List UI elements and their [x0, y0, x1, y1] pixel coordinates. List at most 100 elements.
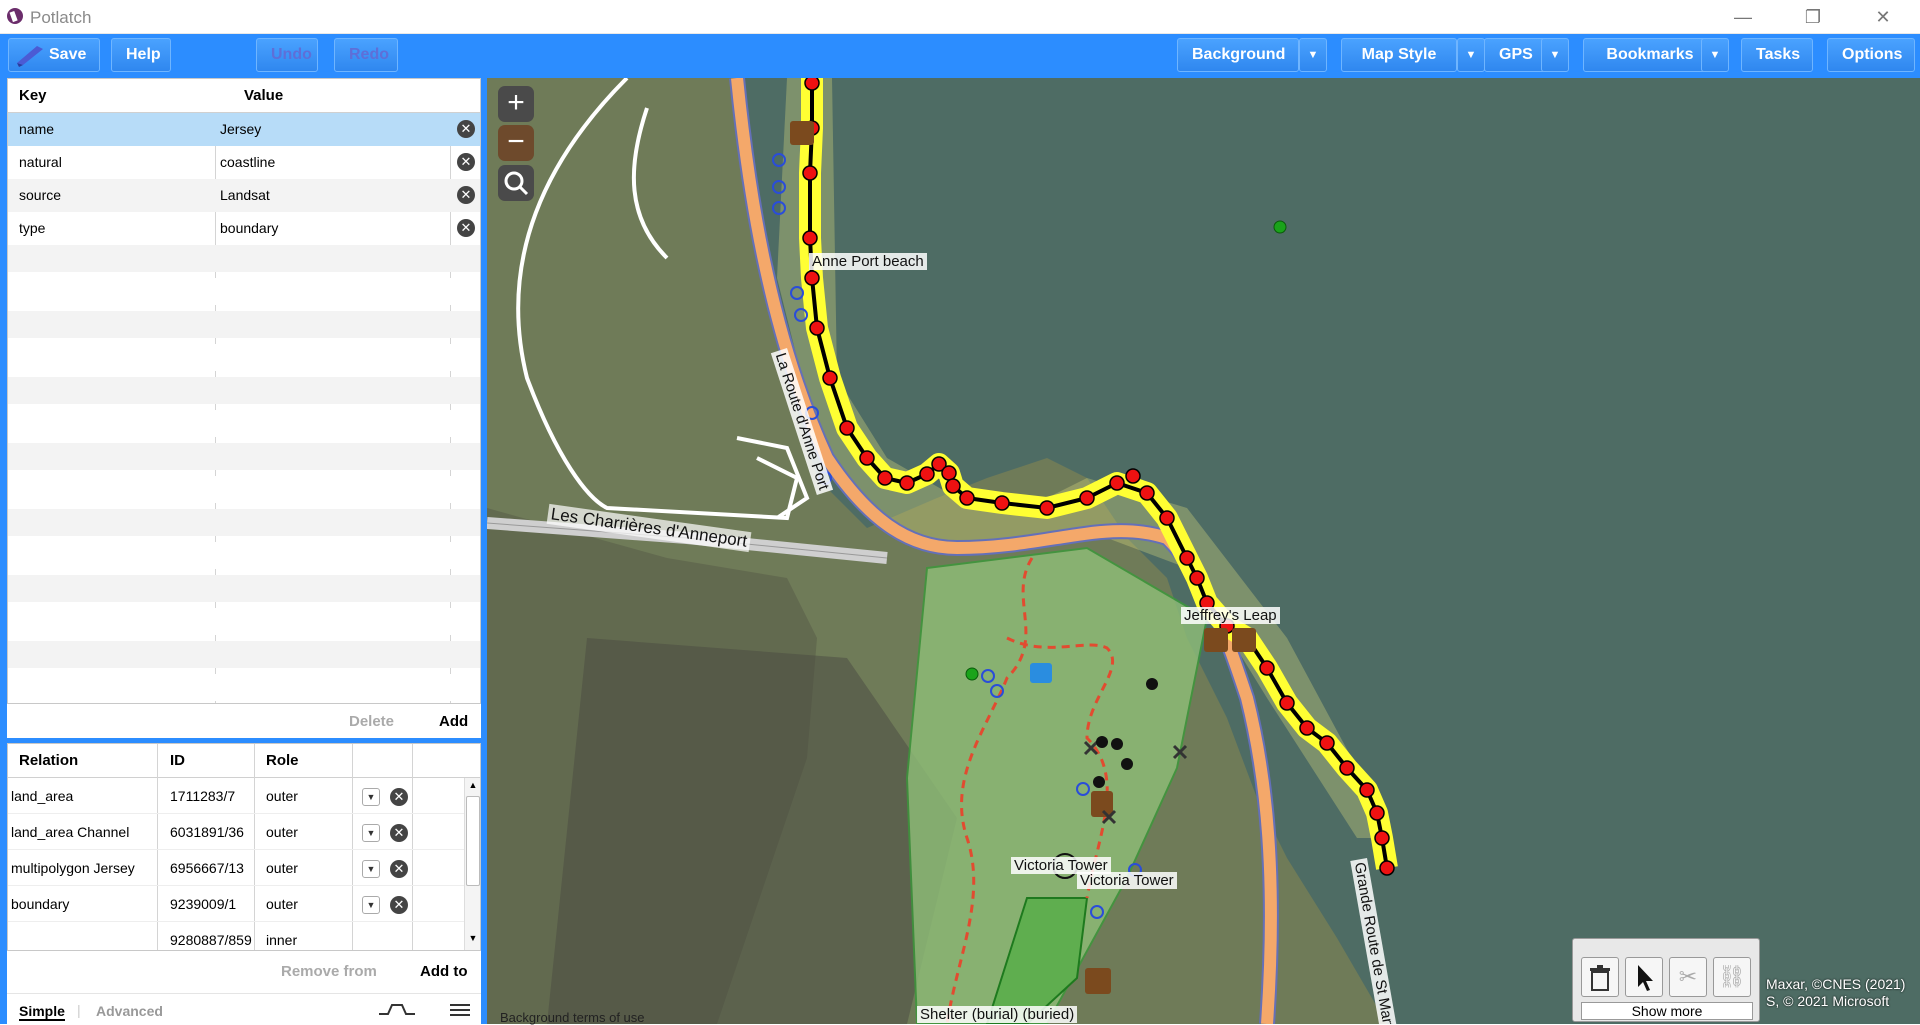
way-node[interactable]	[804, 78, 820, 91]
relations-scrollbar[interactable]: ▲ ▼	[464, 778, 480, 950]
way-node[interactable]	[1189, 570, 1205, 586]
role-dropdown-icon[interactable]: ▼	[362, 788, 380, 806]
zoom-out-button[interactable]: −	[498, 125, 534, 161]
add-tag-button[interactable]: Add	[439, 713, 468, 730]
way-node[interactable]	[802, 165, 818, 181]
show-more-button[interactable]: Show more	[1581, 1002, 1753, 1020]
menu-icon[interactable]	[449, 1002, 471, 1018]
search-icon[interactable]	[498, 165, 534, 201]
tag-value[interactable]: boundary	[220, 220, 278, 236]
way-node[interactable]	[959, 490, 975, 506]
relation-role[interactable]: inner	[266, 932, 297, 948]
way-node[interactable]	[1279, 695, 1295, 711]
relation-row[interactable]: land_area Channel 6031891/36 outer ▼ ✕	[8, 814, 468, 850]
way-node[interactable]	[1374, 830, 1390, 846]
way-node[interactable]	[1039, 500, 1055, 516]
scissors-icon[interactable]: ✂	[1669, 957, 1707, 997]
way-node[interactable]	[877, 470, 893, 486]
way-node[interactable]	[822, 370, 838, 386]
background-terms-link[interactable]: Background terms of use	[500, 1010, 645, 1025]
remove-tag-icon[interactable]: ✕	[457, 186, 475, 204]
tag-value[interactable]: coastline	[220, 154, 275, 170]
bookmarks-button[interactable]: Bookmarks	[1583, 38, 1717, 72]
map-canvas[interactable]: Anne Port beach La Route d'Anne Port Les…	[487, 78, 1920, 1024]
way-node[interactable]	[804, 270, 820, 286]
tag-key[interactable]: natural	[19, 154, 62, 170]
role-dropdown-icon[interactable]: ▼	[362, 824, 380, 842]
remove-tag-icon[interactable]: ✕	[457, 153, 475, 171]
way-node[interactable]	[1079, 490, 1095, 506]
way-node[interactable]	[809, 320, 825, 336]
relation-row[interactable]: 9280887/859 inner	[8, 922, 468, 950]
scroll-up-icon[interactable]: ▲	[467, 780, 479, 794]
restore-button[interactable]: ❐	[1790, 0, 1836, 34]
way-node[interactable]	[899, 475, 915, 491]
tag-row-natural[interactable]: natural coastline ✕	[8, 146, 480, 179]
undo-button[interactable]: Undo	[256, 38, 318, 72]
tab-simple[interactable]: Simple	[19, 1003, 65, 1021]
remove-relation-icon[interactable]: ✕	[390, 824, 408, 842]
map-style-dropdown-icon[interactable]: ▼	[1457, 38, 1485, 72]
remove-tag-icon[interactable]: ✕	[457, 219, 475, 237]
tag-key[interactable]: source	[19, 187, 61, 203]
tag-row-type[interactable]: type boundary ✕	[8, 212, 480, 245]
way-node[interactable]	[1369, 805, 1385, 821]
way-node[interactable]	[1139, 485, 1155, 501]
tag-row-source[interactable]: source Landsat ✕	[8, 179, 480, 212]
gps-dropdown-icon[interactable]: ▼	[1541, 38, 1569, 72]
scroll-thumb[interactable]	[466, 796, 480, 886]
way-node[interactable]	[1359, 782, 1375, 798]
relation-row[interactable]: boundary 9239009/1 outer ▼ ✕	[8, 886, 468, 922]
role-dropdown-icon[interactable]: ▼	[362, 860, 380, 878]
remove-from-relation-button[interactable]: Remove from	[281, 963, 377, 980]
background-button[interactable]: Background	[1177, 38, 1299, 72]
way-node[interactable]	[1179, 550, 1195, 566]
way-node[interactable]	[919, 466, 935, 482]
relation-role[interactable]: outer	[266, 824, 298, 840]
way-node[interactable]	[1125, 468, 1141, 484]
remove-relation-icon[interactable]: ✕	[390, 860, 408, 878]
relation-role[interactable]: outer	[266, 896, 298, 912]
role-dropdown-icon[interactable]: ▼	[362, 896, 380, 914]
remove-tag-icon[interactable]: ✕	[457, 120, 475, 138]
map-style-button[interactable]: Map Style	[1341, 38, 1457, 72]
relation-role[interactable]: outer	[266, 788, 298, 804]
bookmarks-dropdown-icon[interactable]: ▼	[1701, 38, 1729, 72]
map-graphics[interactable]	[487, 78, 1920, 1024]
way-node[interactable]	[1259, 660, 1275, 676]
tag-row-name[interactable]: name Jersey ✕	[8, 113, 480, 146]
tag-key[interactable]: type	[19, 220, 45, 236]
delete-tag-button[interactable]: Delete	[349, 713, 394, 730]
background-dropdown-icon[interactable]: ▼	[1299, 38, 1327, 72]
minimize-button[interactable]: —	[1720, 0, 1766, 34]
relation-role[interactable]: outer	[266, 860, 298, 876]
way-node[interactable]	[839, 420, 855, 436]
options-button[interactable]: Options	[1827, 38, 1915, 72]
way-node[interactable]	[1299, 720, 1315, 736]
way-node[interactable]	[1159, 510, 1175, 526]
way-node[interactable]	[1379, 860, 1395, 876]
trash-icon[interactable]	[1581, 957, 1619, 997]
scroll-down-icon[interactable]: ▼	[467, 933, 479, 947]
link-icon[interactable]: ⛓	[1713, 957, 1751, 997]
relation-row[interactable]: land_area 1711283/7 outer ▼ ✕	[8, 778, 468, 814]
pointer-icon[interactable]	[1625, 957, 1663, 997]
save-button[interactable]: Save	[8, 38, 100, 72]
tasks-button[interactable]: Tasks	[1741, 38, 1813, 72]
way-node[interactable]	[945, 478, 961, 494]
relation-row[interactable]: multipolygon Jersey 6956667/13 outer ▼ ✕	[8, 850, 468, 886]
close-window-button[interactable]: ✕	[1860, 0, 1906, 34]
remove-relation-icon[interactable]: ✕	[390, 896, 408, 914]
tab-advanced[interactable]: Advanced	[96, 1003, 163, 1019]
way-node[interactable]	[1319, 735, 1335, 751]
way-node[interactable]	[1109, 475, 1125, 491]
way-node[interactable]	[994, 495, 1010, 511]
tag-key[interactable]: name	[19, 121, 54, 137]
tag-value[interactable]: Jersey	[220, 121, 261, 137]
redo-button[interactable]: Redo	[334, 38, 398, 72]
add-to-relation-button[interactable]: Add to	[420, 963, 467, 980]
way-node[interactable]	[859, 450, 875, 466]
way-shape-icon[interactable]	[378, 1002, 416, 1018]
tag-value[interactable]: Landsat	[220, 187, 270, 203]
way-node[interactable]	[1339, 760, 1355, 776]
